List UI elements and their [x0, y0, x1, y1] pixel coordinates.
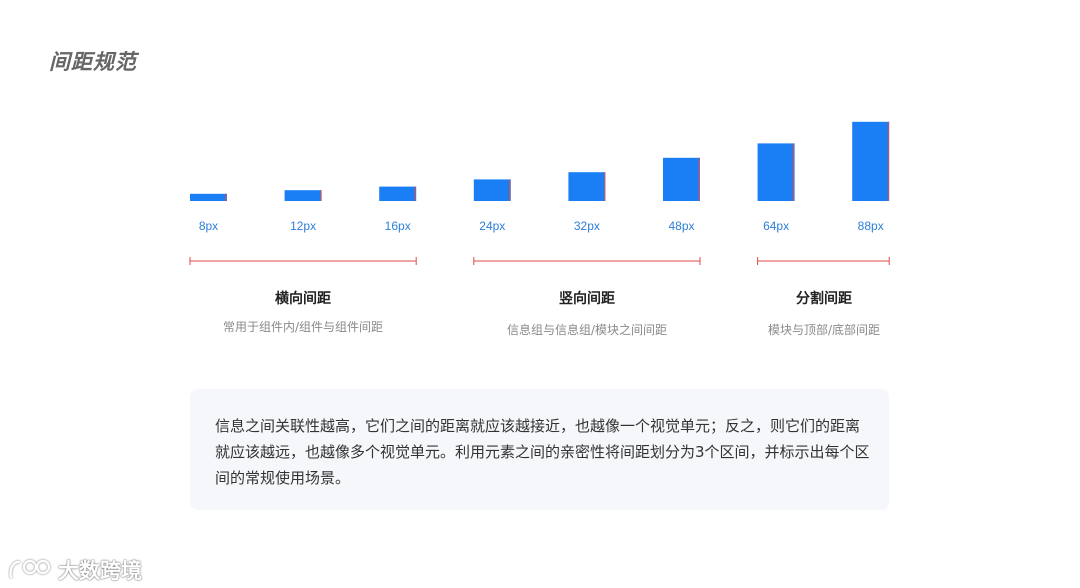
note-box: 信息之间关联性越高，它们之间的距离就应该越接近，也越像一个视觉单元；反之，则它们… — [190, 389, 889, 510]
spacing-bar-64px — [757, 143, 795, 201]
spacing-label-32px: 32px — [574, 219, 600, 233]
group-desc-vertical: 信息组与信息组/模块之间间距 — [506, 323, 668, 337]
group-desc-divider: 模块与顶部/底部间距 — [767, 323, 881, 337]
watermark-text: 大数跨境 — [58, 559, 142, 583]
spacing-bar-48px — [663, 157, 700, 201]
spacing-label-48px: 48px — [668, 219, 694, 233]
note-text: 信息之间关联性越高，它们之间的距离就应该越接近，也越像一个视觉单元；反之，则它们… — [215, 417, 870, 487]
spacing-label-24px: 24px — [479, 219, 505, 233]
group-title-divider: 分割间距 — [796, 291, 852, 307]
spacing-label-12px: 12px — [290, 219, 316, 233]
panda-logo-icon — [9, 559, 51, 579]
spacing-label-16px: 16px — [385, 219, 411, 233]
group-title-horizontal: 横向间距 — [275, 291, 331, 307]
spacing-bar-16px — [379, 186, 417, 201]
spacing-bar-8px — [190, 193, 227, 201]
spacing-bar-32px — [568, 172, 606, 201]
group-title-vertical: 竖向间距 — [559, 291, 615, 307]
spacing-label-88px: 88px — [858, 219, 884, 233]
spacing-bar-24px — [473, 179, 511, 201]
spacing-label-64px: 64px — [763, 219, 789, 233]
watermark: 大数跨境 — [8, 555, 142, 585]
spacing-bar-12px — [284, 190, 322, 201]
spacing-label-8px: 8px — [199, 219, 218, 233]
spacing-bar-88px — [852, 121, 890, 201]
group-desc-horizontal: 常用于组件内/组件与组件间距 — [222, 320, 384, 334]
